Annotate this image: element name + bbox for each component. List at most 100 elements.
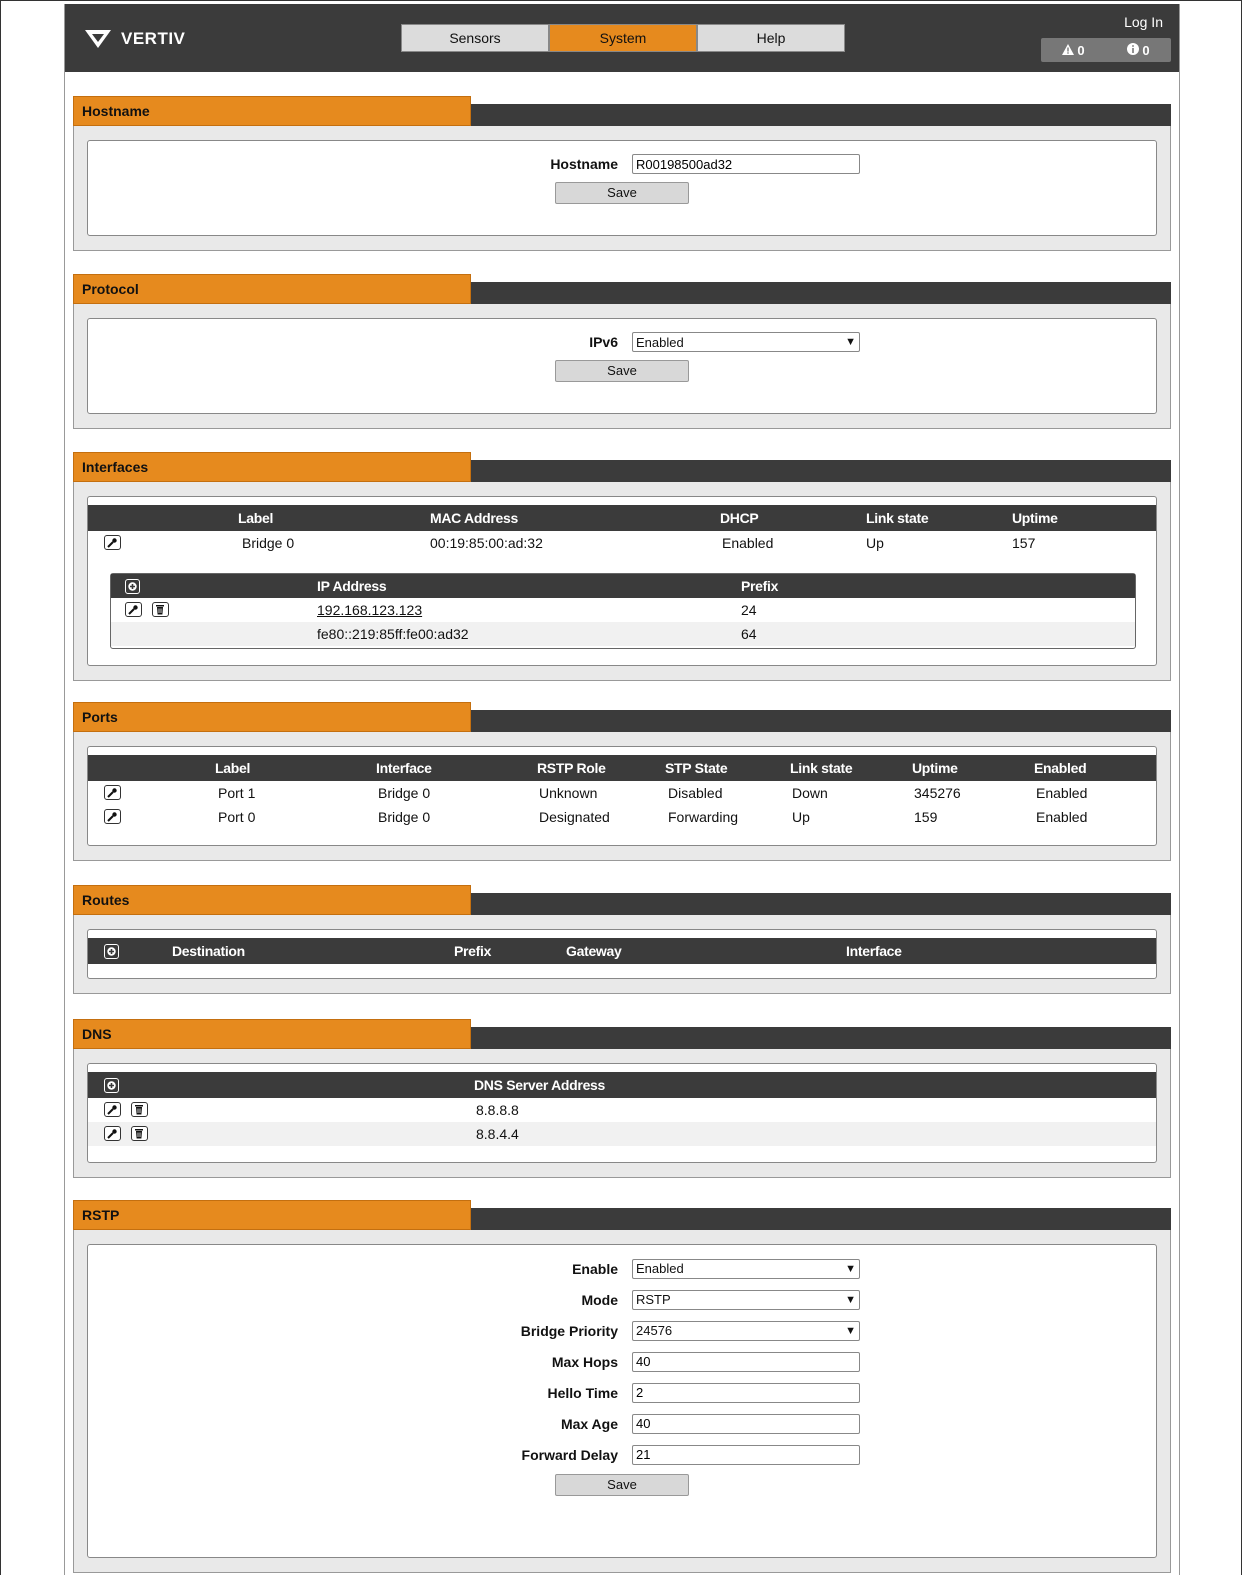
trash-icon[interactable] [130,1126,148,1141]
table-row: fe80::219:85ff:fe00:ad32 64 [111,622,1135,646]
rstp-hello-label: Hello Time [547,1384,618,1401]
wrench-icon[interactable] [125,602,142,617]
ip-address: fe80::219:85ff:fe00:ad32 [317,626,469,642]
section-body: Destination Prefix Gateway Interface [73,915,1171,994]
vertiv-logo[interactable]: VERTIV [83,28,185,50]
wrench-icon[interactable] [104,1102,121,1117]
ports-section: Ports Label Interface RSTP Role STP Stat… [73,702,1171,861]
port-enabled: Enabled [1036,785,1088,801]
port-rstp-role: Unknown [539,785,598,801]
tab-help[interactable]: Help [697,24,845,52]
rstp-priority-select[interactable]: 24576 ▼ [632,1320,860,1341]
dropdown-arrow-icon: ▼ [845,1262,856,1275]
interfaces-table-header: Label MAC Address DHCP Link state Uptime [88,505,1156,531]
rstp-max-age-input[interactable] [632,1413,860,1434]
hostname-input[interactable] [632,154,860,174]
hostname-label: Hostname [550,156,618,172]
rstp-mode-select[interactable]: RSTP ▼ [632,1289,860,1310]
tab-system[interactable]: System [549,24,697,52]
ports-panel: Label Interface RSTP Role STP State Link… [87,746,1157,846]
ipv6-select[interactable]: Enabled ▼ [632,332,860,352]
section-title: Protocol [73,274,471,304]
info-circle-icon [1127,42,1140,58]
hostname-row: Hostname [88,149,1156,179]
section-title: Ports [73,702,471,732]
rstp-hello-input[interactable] [632,1382,860,1403]
wrench-icon[interactable] [104,1126,121,1141]
interface-mac: 00:19:85:00:ad:32 [430,535,543,551]
alarm-counter[interactable]: 0 [1062,42,1085,58]
col-prefix: Prefix [741,578,779,594]
col-enabled: Enabled [1034,760,1087,776]
table-row: 192.168.123.123 24 [111,598,1135,622]
info-counter[interactable]: 0 [1127,42,1150,58]
routes-section: Routes Destination Prefix Gateway Interf… [73,885,1171,994]
alert-counters[interactable]: 0 0 [1041,38,1171,62]
rstp-enable-label: Enable [572,1260,618,1277]
login-link[interactable]: Log In [1124,14,1163,30]
section-bar [471,282,1171,304]
port-uptime: 345276 [914,785,961,801]
section-header: RSTP [73,1200,1171,1230]
ports-table-header: Label Interface RSTP Role STP State Link… [88,755,1156,781]
col-link-state: Link state [866,510,929,526]
section-body: DNS Server Address 8.8.8.8 8.8.4.4 [73,1049,1171,1178]
hostname-save-button[interactable]: Save [555,182,689,204]
section-body: Label MAC Address DHCP Link state Uptime… [73,482,1171,681]
section-body: Hostname Save [73,126,1171,251]
rstp-max-age-row: Max Age [88,1408,1156,1439]
port-label: Port 1 [218,785,256,801]
section-bar [471,893,1171,915]
ip-address-link[interactable]: 192.168.123.123 [317,602,422,618]
tab-sensors[interactable]: Sensors [401,24,549,52]
add-dns-icon[interactable] [104,1078,119,1093]
interface-uptime: 157 [1012,535,1036,551]
rstp-forward-delay-input[interactable] [632,1444,860,1465]
col-mac: MAC Address [430,510,518,526]
section-title: RSTP [73,1200,471,1230]
info-count: 0 [1142,42,1150,58]
dns-section: DNS DNS Server Address 8.8.8.8 8.8.4.4 [73,1019,1171,1178]
rstp-enable-select[interactable]: Enabled ▼ [632,1258,860,1279]
section-header: DNS [73,1019,1171,1049]
col-uptime: Uptime [1012,510,1058,526]
dns-server-address: 8.8.4.4 [476,1126,519,1142]
rstp-enable-row: Enable Enabled ▼ [88,1253,1156,1284]
port-enabled: Enabled [1036,809,1088,825]
dns-panel: DNS Server Address 8.8.8.8 8.8.4.4 [87,1063,1157,1163]
wrench-icon[interactable] [104,809,121,824]
brand-name: VERTIV [121,29,186,48]
add-ip-icon[interactable] [125,579,140,594]
add-route-icon[interactable] [104,944,119,959]
table-row: 8.8.4.4 [88,1122,1156,1146]
col-label: Label [238,510,274,526]
rstp-max-hops-input[interactable] [632,1351,860,1372]
protocol-save-button[interactable]: Save [555,360,689,382]
alarm-count: 0 [1077,42,1085,58]
port-label: Port 0 [218,809,256,825]
section-header: Protocol [73,274,1171,304]
section-header: Ports [73,702,1171,732]
section-bar [471,460,1171,482]
section-header: Routes [73,885,1171,915]
wrench-icon[interactable] [104,785,121,800]
table-row: 8.8.8.8 [88,1098,1156,1122]
table-row: Port 0 Bridge 0 Designated Forwarding Up… [88,805,1156,829]
port-interface: Bridge 0 [378,809,431,825]
rstp-priority-row: Bridge Priority 24576 ▼ [88,1315,1156,1346]
col-gateway: Gateway [566,943,622,959]
rstp-forward-delay-row: Forward Delay [88,1439,1156,1470]
dropdown-arrow-icon: ▼ [845,336,856,348]
app-window: VERTIV Sensors System Help Log In 0 0 Ho… [64,4,1180,1575]
section-bar [471,710,1171,732]
port-rstp-role: Designated [539,809,610,825]
trash-icon[interactable] [130,1102,148,1117]
col-stp-state: STP State [665,760,728,776]
rstp-mode-label: Mode [581,1291,618,1308]
trash-icon[interactable] [151,602,169,617]
col-rstp-role: RSTP Role [537,760,606,776]
col-link-state: Link state [790,760,853,776]
main-nav: Sensors System Help [401,24,845,52]
wrench-icon[interactable] [104,535,121,550]
rstp-save-button[interactable]: Save [555,1474,689,1496]
